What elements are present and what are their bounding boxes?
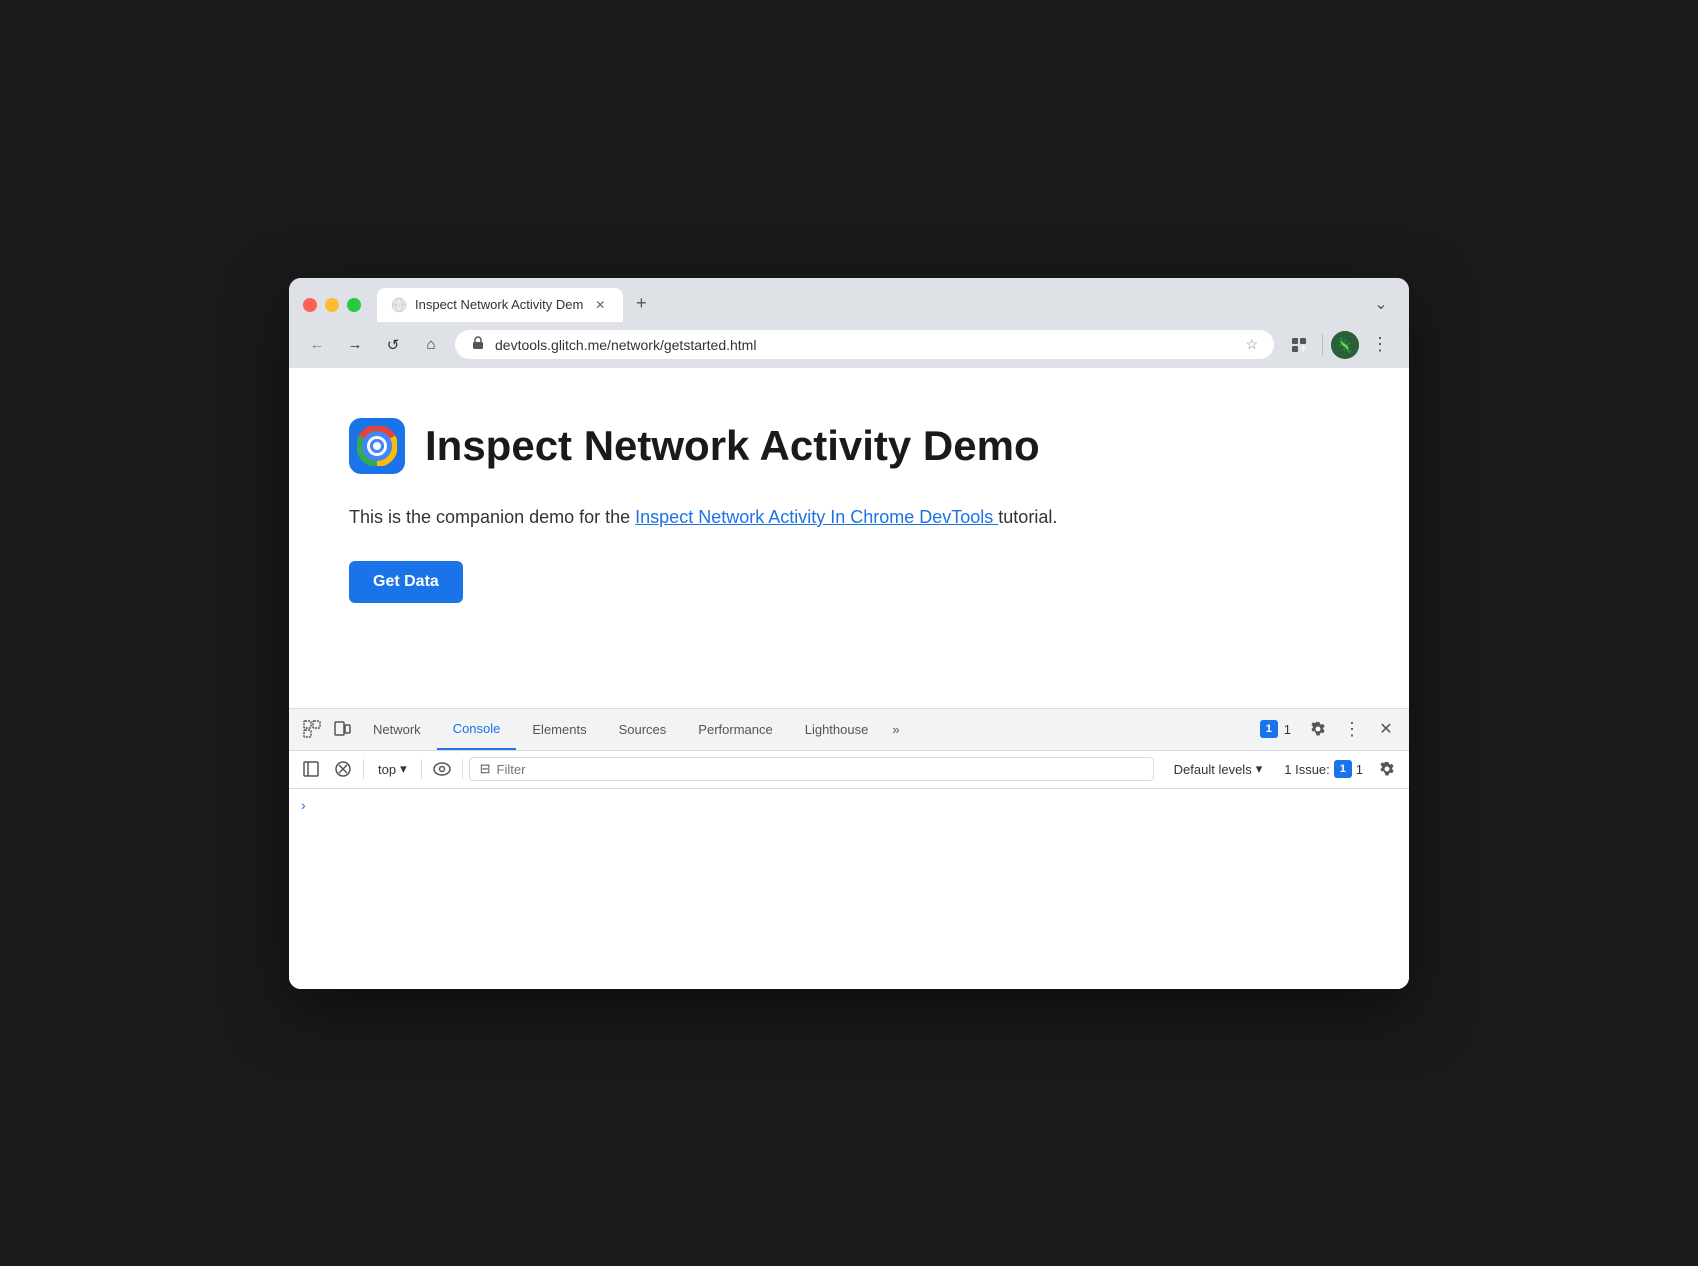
nav-icons: 🦎 ⋮ xyxy=(1284,330,1395,360)
issues-count: 1 xyxy=(1284,722,1291,737)
console-issues-badge[interactable]: 1 Issue: 1 1 xyxy=(1278,757,1369,781)
tab-close-button[interactable]: ✕ xyxy=(591,296,609,314)
address-url: devtools.glitch.me/network/getstarted.ht… xyxy=(495,337,1235,353)
devtools-panel: Network Console Elements Sources Perform… xyxy=(289,708,1409,989)
log-levels-selector[interactable]: Default levels ▾ xyxy=(1166,758,1271,780)
eye-button[interactable] xyxy=(428,755,456,783)
console-toolbar: top ▾ ⊟ Default levels ▾ 1 Issue: xyxy=(289,751,1409,789)
page-title: Inspect Network Activity Demo xyxy=(425,422,1040,470)
new-tab-button[interactable]: + xyxy=(627,290,655,318)
profile-avatar[interactable]: 🦎 xyxy=(1331,331,1359,359)
filter-bar[interactable]: ⊟ xyxy=(469,757,1154,781)
console-divider-2 xyxy=(421,759,422,779)
close-button[interactable] xyxy=(303,298,317,312)
page-description: This is the companion demo for the Inspe… xyxy=(349,504,1349,531)
element-picker-button[interactable] xyxy=(297,714,327,744)
context-label: top xyxy=(378,762,396,777)
tab-network[interactable]: Network xyxy=(357,708,437,750)
menu-button[interactable]: ⋮ xyxy=(1365,330,1395,360)
tab-bar: Inspect Network Activity Dem ✕ + ⌄ xyxy=(377,288,1395,322)
context-selector[interactable]: top ▾ xyxy=(370,759,415,779)
browser-window: Inspect Network Activity Dem ✕ + ⌄ ← → ↺… xyxy=(289,278,1409,989)
back-button[interactable]: ← xyxy=(303,331,331,359)
tab-sources[interactable]: Sources xyxy=(603,708,683,750)
refresh-button[interactable]: ↺ xyxy=(379,331,407,359)
nav-bar: ← → ↺ ⌂ devtools.glitch.me/network/getst… xyxy=(289,322,1409,368)
page-header: Inspect Network Activity Demo xyxy=(349,418,1349,474)
issues-label: 1 Issue: xyxy=(1284,762,1330,777)
devtools-toolbar: Network Console Elements Sources Perform… xyxy=(289,709,1409,751)
devtools-tabs: Network Console Elements Sources Perform… xyxy=(357,708,1252,750)
get-data-button[interactable]: Get Data xyxy=(349,561,463,603)
address-lock-icon xyxy=(471,336,485,353)
devtools-settings-button[interactable] xyxy=(1303,714,1333,744)
tab-elements[interactable]: Elements xyxy=(516,708,602,750)
issues-badge[interactable]: 1 1 xyxy=(1252,716,1299,742)
console-divider-3 xyxy=(462,759,463,779)
tab-console[interactable]: Console xyxy=(437,708,517,750)
svg-text:🦎: 🦎 xyxy=(1336,337,1353,354)
address-bar[interactable]: devtools.glitch.me/network/getstarted.ht… xyxy=(455,330,1274,359)
home-button[interactable]: ⌂ xyxy=(417,331,445,359)
clear-console-button[interactable] xyxy=(329,755,357,783)
traffic-lights xyxy=(303,298,361,312)
sidebar-toggle-button[interactable] xyxy=(297,755,325,783)
devtools-actions: 1 1 ⋮ ✕ xyxy=(1252,714,1401,744)
page-icon xyxy=(349,418,405,474)
page-link[interactable]: Inspect Network Activity In Chrome DevTo… xyxy=(635,507,998,527)
extensions-button[interactable] xyxy=(1284,330,1314,360)
device-toggle-button[interactable] xyxy=(327,714,357,744)
issues-badge-icon: 1 xyxy=(1260,720,1278,738)
active-tab[interactable]: Inspect Network Activity Dem ✕ xyxy=(377,288,623,322)
levels-dropdown-icon: ▾ xyxy=(1256,761,1263,777)
default-levels-label: Default levels xyxy=(1174,762,1252,777)
maximize-button[interactable] xyxy=(347,298,361,312)
filter-input[interactable] xyxy=(497,762,1143,777)
console-issues-count: 1 xyxy=(1356,762,1363,777)
filter-icon: ⊟ xyxy=(480,761,491,777)
context-dropdown-icon: ▾ xyxy=(400,761,407,777)
tab-title: Inspect Network Activity Dem xyxy=(415,297,583,312)
devtools-close-button[interactable]: ✕ xyxy=(1371,714,1401,744)
bookmark-icon[interactable]: ☆ xyxy=(1245,336,1258,353)
title-bar: Inspect Network Activity Dem ✕ + ⌄ xyxy=(289,278,1409,322)
minimize-button[interactable] xyxy=(325,298,339,312)
devtools-more-button[interactable]: ⋮ xyxy=(1337,714,1367,744)
forward-button[interactable]: → xyxy=(341,331,369,359)
console-settings-button[interactable] xyxy=(1373,755,1401,783)
console-divider-1 xyxy=(363,759,364,779)
tab-lighthouse[interactable]: Lighthouse xyxy=(789,708,885,750)
description-before: This is the companion demo for the xyxy=(349,507,635,527)
tab-performance[interactable]: Performance xyxy=(682,708,788,750)
more-tabs-button[interactable]: » xyxy=(884,708,907,750)
page-content: Inspect Network Activity Demo This is th… xyxy=(289,368,1409,708)
tab-favicon-icon xyxy=(391,297,407,313)
console-content: › xyxy=(289,789,1409,989)
nav-divider xyxy=(1322,334,1323,356)
console-arrow[interactable]: › xyxy=(301,797,306,813)
description-after: tutorial. xyxy=(998,507,1057,527)
console-issues-icon: 1 xyxy=(1334,760,1352,778)
tab-dropdown-button[interactable]: ⌄ xyxy=(1367,290,1395,318)
